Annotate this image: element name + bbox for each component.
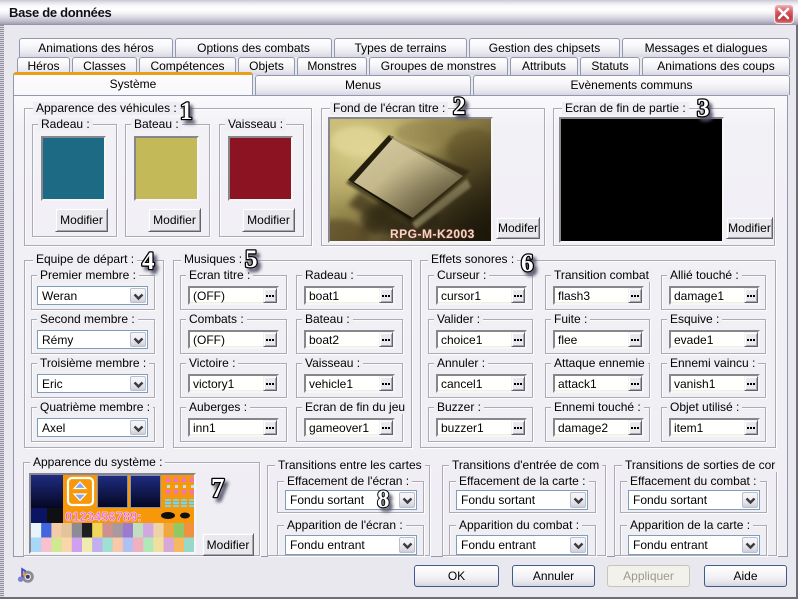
svg-text:1: 1 [180, 98, 193, 125]
svg-text:4: 4 [142, 248, 155, 275]
svg-text:6: 6 [521, 250, 534, 277]
svg-text:2: 2 [453, 93, 466, 120]
svg-text:3: 3 [697, 95, 710, 122]
svg-text:0123456789:: 0123456789: [65, 509, 142, 524]
svg-text:7: 7 [211, 473, 225, 503]
svg-text:8: 8 [377, 486, 390, 513]
svg-text:RPG-M-K2003: RPG-M-K2003 [390, 227, 475, 241]
svg-text:5: 5 [245, 246, 258, 273]
